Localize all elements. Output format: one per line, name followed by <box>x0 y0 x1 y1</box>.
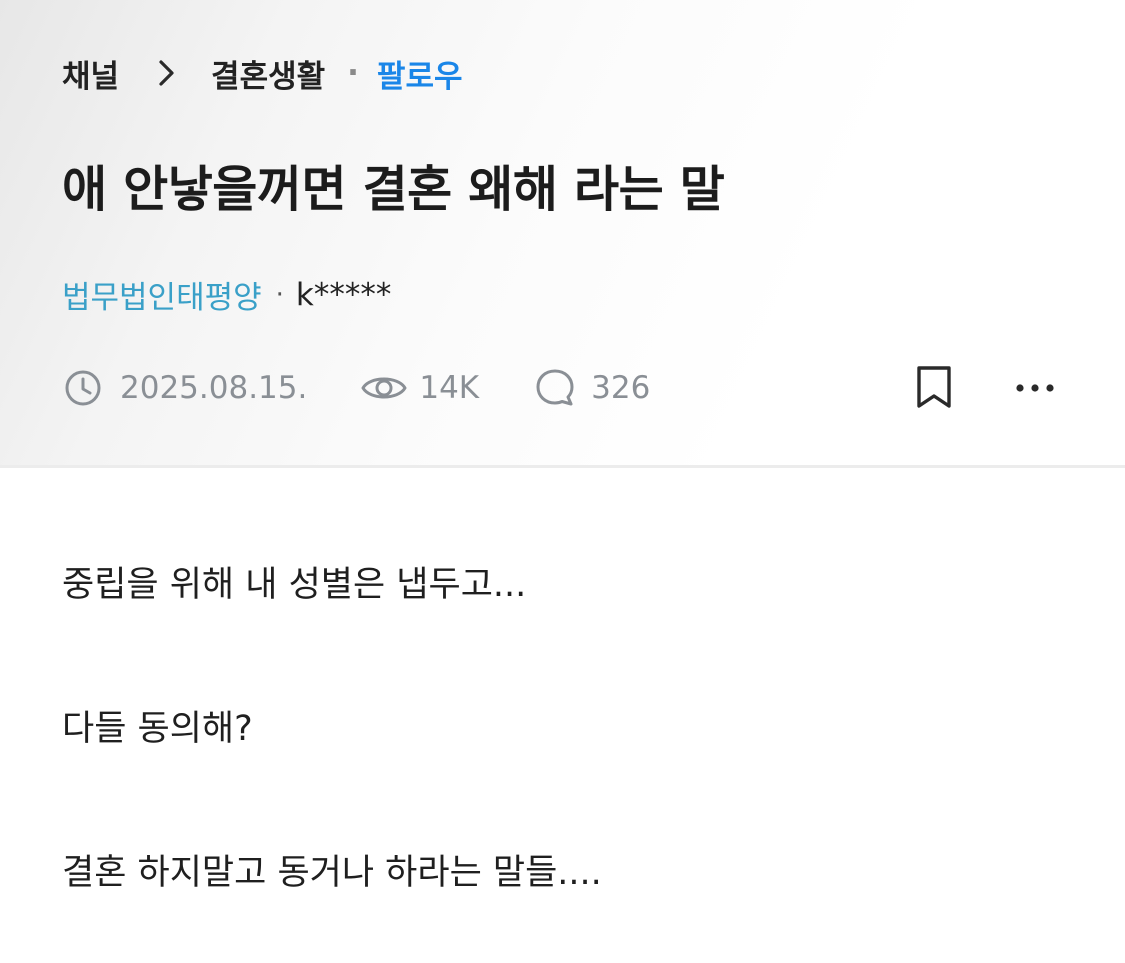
post-paragraph: 중립을 위해 내 성별은 냅두고... <box>62 565 527 605</box>
views-info: 14K <box>359 370 479 406</box>
post-paragraph: 다들 동의해? <box>62 709 253 749</box>
post-meta: 2025.08.15. 14K 326 <box>62 360 650 416</box>
bookmark-button[interactable] <box>912 363 956 411</box>
view-count: 14K <box>419 370 480 406</box>
author-name: k***** <box>295 276 392 313</box>
post-title: 애 안낳을꺼면 결혼 왜해 라는 말 <box>62 161 725 218</box>
comment-bubble-icon <box>533 367 577 409</box>
date-info: 2025.08.15. <box>62 369 307 407</box>
comment-count: 326 <box>591 370 651 406</box>
comments-info[interactable]: 326 <box>533 367 650 409</box>
chevron-right-icon <box>149 55 185 91</box>
clock-icon <box>62 369 104 407</box>
post-paragraph: 결혼 하지말고 동거나 하라는 말들.... <box>62 853 602 893</box>
post-header: 채널 결혼생활 · 팔로우 애 안낳을꺼면 결혼 왜해 라는 말 법무법인태평양… <box>0 0 1125 466</box>
breadcrumb-root-link[interactable]: 채널 <box>62 51 119 96</box>
follow-button[interactable]: 팔로우 <box>377 51 463 96</box>
header-divider <box>0 465 1125 468</box>
author-separator: · <box>275 279 284 310</box>
breadcrumb-separator: · <box>347 55 359 91</box>
bookmark-icon <box>915 365 953 409</box>
eye-icon <box>359 371 409 405</box>
post-date: 2025.08.15. <box>120 370 308 406</box>
author-line: 법무법인태평양 · k***** <box>62 272 391 317</box>
breadcrumb-channel-link[interactable]: 결혼생활 <box>211 51 325 96</box>
author-org-link[interactable]: 법무법인태평양 <box>62 272 262 317</box>
more-horizontal-icon <box>1015 383 1055 393</box>
more-options-button[interactable] <box>1010 368 1060 408</box>
breadcrumb: 채널 결혼생활 · 팔로우 <box>62 50 462 96</box>
